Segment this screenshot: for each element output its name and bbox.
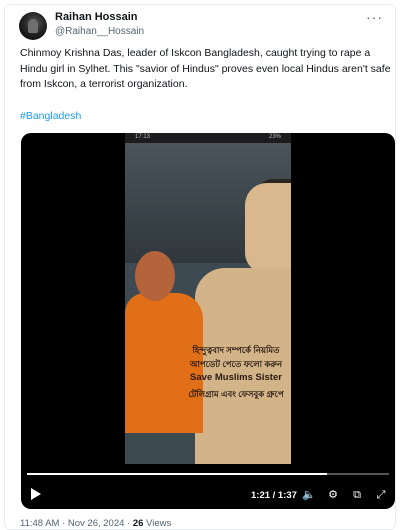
timestamp[interactable]: 11:48 AM · Nov 26, 2024 · (20, 518, 133, 529)
play-icon[interactable] (31, 488, 41, 500)
views-count: 26 (132, 518, 144, 529)
status-time: 17:13 (135, 134, 151, 140)
volume-icon[interactable]: 🔈 (301, 488, 317, 502)
phone-status-bar: 17:13 23% (125, 133, 291, 143)
overlay-line: হিন্দুত্ববাদ সম্পর্কে নিয়মিত (192, 345, 280, 355)
video-progress-fill (27, 473, 328, 475)
monk-head (135, 251, 175, 301)
overlay-line: টেলিগ্রাম এবং ফেসবুক গ্রুপে (188, 389, 284, 399)
overlay-line: Save Muslims Sister (190, 372, 282, 383)
settings-icon[interactable]: ⚙ (325, 488, 341, 502)
author-name[interactable]: Raihan Hossain (55, 11, 138, 23)
author-handle[interactable]: @Raihan__Hossain (55, 26, 144, 37)
video-player[interactable]: 17:13 23% হিন্দুত্ববাদ সম্পর্কে নিয়মিত … (21, 133, 395, 509)
video-progress-bar[interactable] (27, 473, 389, 475)
views-label: Views (143, 518, 172, 529)
avatar[interactable] (19, 12, 47, 40)
fullscreen-icon[interactable]: ⤢ (373, 488, 389, 502)
video-frame: 17:13 23% হিন্দুত্ববাদ সম্পর্কে নিয়মিত … (125, 133, 291, 464)
status-battery: 23% (268, 134, 281, 140)
tweet-meta: 11:48 AM · Nov 26, 2024 · 26 Views (20, 518, 171, 529)
passenger (245, 183, 291, 273)
overlay-line: আপডেট পেতে ফলো করুন (189, 359, 283, 369)
video-time: 1:21 / 1:37 (251, 490, 297, 501)
hashtag-link[interactable]: #Bangladesh (20, 110, 81, 122)
tweet-card: Raihan Hossain @Raihan__Hossain ··· Chin… (4, 4, 396, 530)
more-options-icon[interactable]: ··· (366, 9, 383, 25)
tweet-text: Chinmoy Krishna Das, leader of Iskcon Ba… (20, 47, 391, 90)
picture-in-picture-icon[interactable]: ⧉ (349, 488, 365, 502)
avatar-figure (28, 19, 38, 33)
